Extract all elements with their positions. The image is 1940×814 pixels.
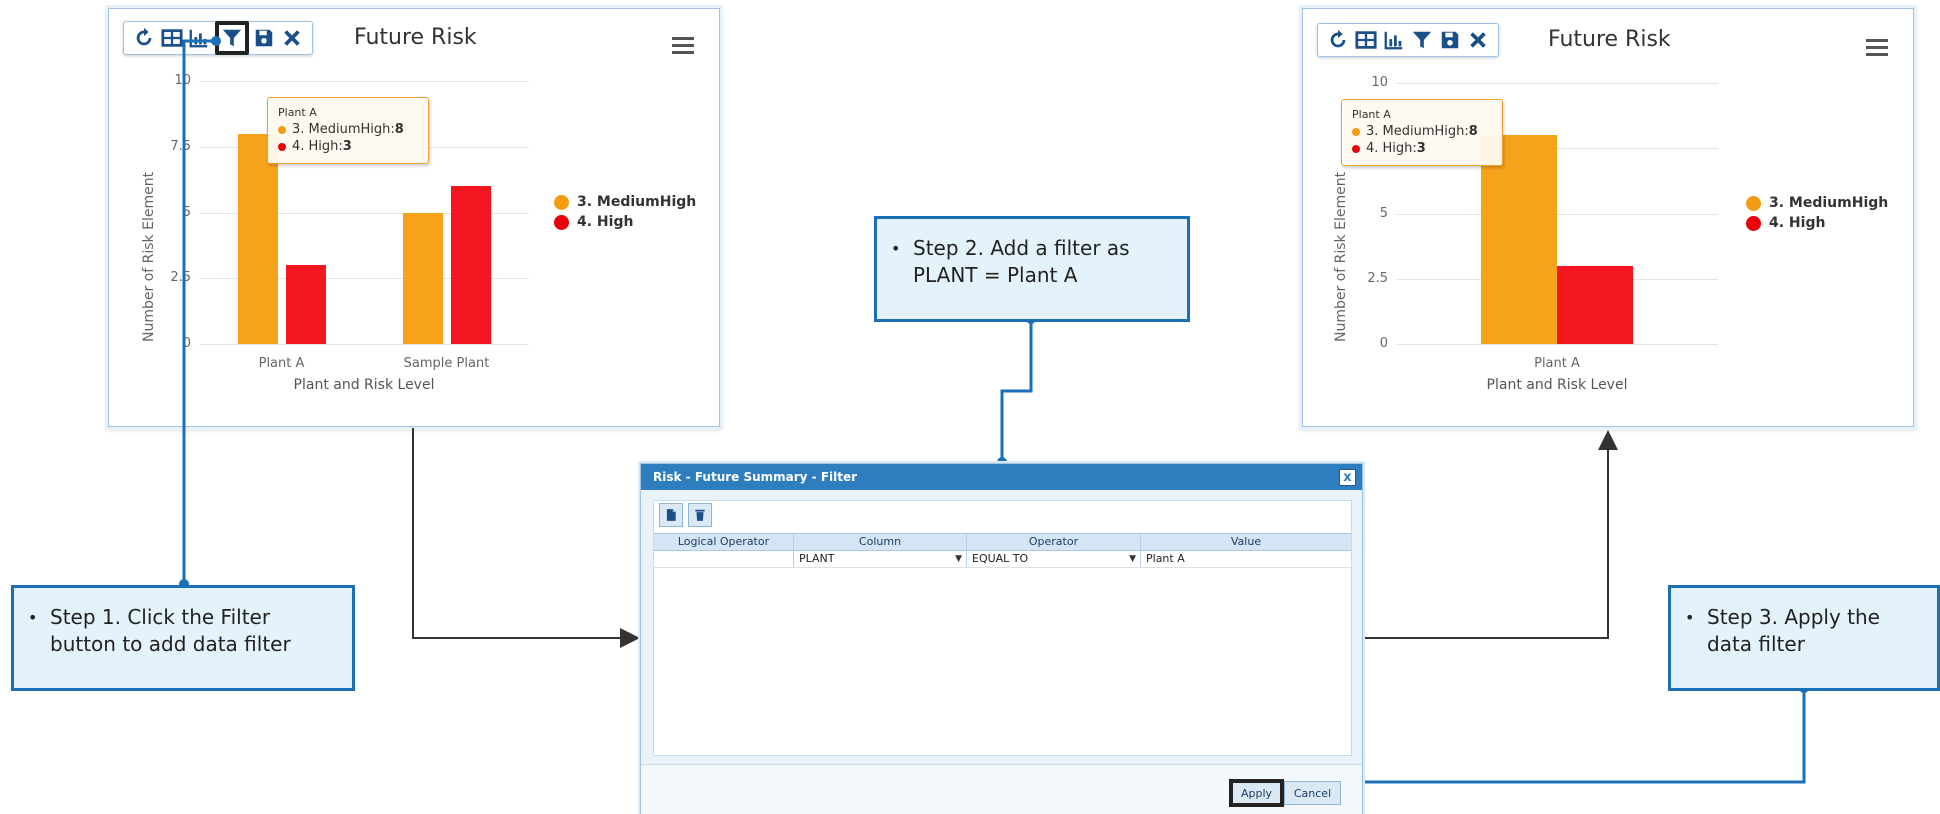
gridline [1396, 83, 1718, 84]
y-tick-label: 0 [1379, 336, 1388, 351]
logical-operator-cell[interactable] [654, 551, 794, 567]
tooltip-row-label: 4. High: [1366, 141, 1417, 156]
bullet-icon: • [28, 608, 38, 627]
legend-dot [554, 194, 569, 210]
y-axis-title: Number of Risk Element [1333, 171, 1349, 342]
bar-3-mediumhigh-plant-a[interactable] [1481, 135, 1557, 344]
column-header: Logical Operator [654, 534, 794, 550]
chart-tooltip: Plant A 3. MediumHigh: 8 4. High: 3 [1341, 99, 1503, 166]
dialog-title: Risk - Future Summary - Filter [653, 470, 858, 484]
tooltip-title: Plant A [278, 106, 317, 119]
operator-select-value: EQUAL TO [972, 552, 1029, 565]
callout-text: Step 2. Add a filter as PLANT = Plant A [913, 236, 1130, 287]
legend-dot [1746, 215, 1761, 231]
left-chart-panel: Future Risk 0 2.5 5 7.5 10 Plant A Sample Plan… [108, 8, 720, 427]
chevron-down-icon: ▼ [1129, 554, 1136, 564]
filter-dialog: Risk - Future Summary - Filter x Logical… [640, 463, 1363, 814]
bar-4-high-plant-a[interactable] [1557, 265, 1633, 344]
legend-item[interactable]: 4. High [554, 214, 696, 230]
x-tick-label: Plant A [258, 356, 305, 371]
tooltip-row: 4. High: 3 [278, 138, 418, 155]
tooltip-row-value: 8 [1468, 124, 1478, 139]
x-tick-label: Plant A [1534, 356, 1580, 371]
y-tick-label: 10 [1371, 75, 1388, 90]
step3-callout: • Step 3. Apply the data filter [1668, 585, 1940, 691]
cancel-button[interactable]: Cancel [1284, 781, 1341, 805]
gridline [1396, 344, 1718, 345]
new-filter-icon[interactable] [659, 503, 683, 527]
delete-filter-icon[interactable] [688, 503, 712, 527]
gridline [199, 344, 529, 345]
callout-text: Step 3. Apply the data filter [1707, 605, 1880, 656]
series-dot [1352, 127, 1360, 136]
legend-dot [554, 214, 569, 230]
right-chart-panel: Future Risk 02.557.510Plant APlant and R… [1302, 8, 1914, 427]
bar-3-mediumhigh-plant-a[interactable] [237, 133, 278, 344]
tooltip-row-value: 3 [1416, 141, 1426, 156]
legend-item[interactable]: 3. MediumHigh [554, 194, 696, 210]
flow-arrow [1363, 430, 1618, 639]
step2-callout: • Step 2. Add a filter as PLANT = Plant … [874, 216, 1190, 322]
column-header: Column [794, 534, 967, 550]
gridline [199, 81, 529, 82]
legend-item[interactable]: 4. High [1746, 215, 1888, 231]
tooltip-row-value: 8 [394, 122, 404, 137]
column-select[interactable]: PLANT ▼ [794, 551, 967, 567]
y-tick-label: 5 [1379, 205, 1388, 221]
callout-text: Step 1. Click the Filter button to add d… [50, 605, 291, 656]
series-dot [1352, 144, 1360, 153]
legend-item[interactable]: 3. MediumHigh [1746, 195, 1888, 211]
y-axis-title: Number of Risk Element [141, 171, 157, 342]
flow-arrow [412, 428, 640, 648]
chart-tooltip: Plant A 3. MediumHigh: 8 4. High: 3 [267, 97, 429, 164]
column-header: Operator [967, 534, 1141, 550]
x-tick-label: Sample Plant [403, 356, 490, 371]
bullet-icon: • [891, 239, 901, 258]
series-dot [278, 142, 286, 151]
tooltip-row: 3. MediumHigh: 8 [1352, 123, 1492, 140]
column-header: Value [1230, 535, 1262, 548]
tooltip-row-label: 4. High: [292, 139, 343, 154]
tooltip-title: Plant A [1352, 108, 1391, 121]
bullet-icon: • [1685, 608, 1695, 627]
step1-callout: • Step 1. Click the Filter button to add… [11, 585, 355, 691]
chart-legend: 3. MediumHigh 4. High [1746, 195, 1888, 235]
gridline [1396, 213, 1718, 215]
value-input[interactable]: Plant A [1141, 551, 1351, 567]
tooltip-row: 3. MediumHigh: 8 [278, 121, 418, 138]
y-tick-label: 7.5 [170, 138, 191, 154]
x-axis-title: Plant and Risk Level [1486, 377, 1628, 393]
dialog-footer: Apply Cancel [641, 764, 1362, 814]
bar-4-high-plant-a[interactable] [285, 265, 326, 344]
legend-label: 4. High [577, 214, 634, 230]
legend-label: 3. MediumHigh [1769, 195, 1889, 211]
column-select-value: PLANT [799, 552, 835, 565]
y-tick-label: 5 [182, 204, 191, 220]
filter-row: PLANT ▼ EQUAL TO ▼ Plant A [654, 551, 1351, 568]
apply-button[interactable]: Apply [1229, 779, 1284, 807]
filter-grid-header: Logical Operator Column Operator Value [654, 533, 1351, 551]
step2-connector [1000, 319, 1033, 462]
dialog-header: Risk - Future Summary - Filter x [641, 464, 1362, 490]
y-tick-label: 0 [182, 336, 191, 351]
y-tick-label: 10 [174, 73, 191, 88]
legend-label: 3. MediumHigh [577, 194, 697, 210]
legend-label: 4. High [1769, 215, 1826, 231]
tooltip-row-label: 3. MediumHigh: [292, 122, 395, 137]
bar-4-high-sample-plant[interactable] [450, 186, 491, 344]
chart-legend: 3. MediumHigh 4. High [554, 194, 696, 234]
series-dot [278, 125, 286, 134]
tooltip-row-label: 3. MediumHigh: [1366, 124, 1469, 139]
operator-select[interactable]: EQUAL TO ▼ [967, 551, 1141, 567]
legend-dot [1746, 195, 1761, 211]
tooltip-row: 4. High: 3 [1352, 140, 1492, 157]
filter-grid-area: Logical Operator Column Operator Value P… [653, 500, 1352, 756]
tooltip-row-value: 3 [342, 139, 352, 154]
y-tick-label: 2.5 [170, 270, 191, 286]
chevron-down-icon: ▼ [955, 554, 962, 564]
x-axis-title: Plant and Risk Level [293, 377, 435, 393]
bar-3-mediumhigh-sample-plant[interactable] [402, 212, 443, 344]
y-tick-label: 2.5 [1367, 270, 1388, 286]
dialog-close-button[interactable]: x [1339, 469, 1356, 486]
